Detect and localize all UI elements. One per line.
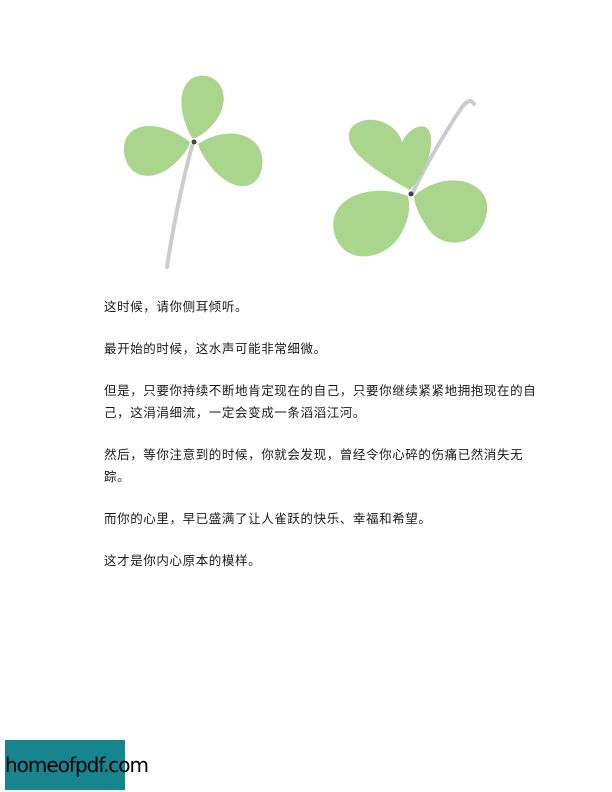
- watermark-logo[interactable]: homeofpdf.com: [5, 740, 149, 790]
- paragraph: 而你的心里，早已盛满了让人雀跃的快乐、幸福和希望。: [104, 511, 432, 526]
- paragraph: 但是，只要你持续不断地肯定现在的自己，只要你继续紧紧地拥抱现在的自己，这涓涓细流…: [104, 383, 537, 420]
- clover-illustration: [112, 62, 500, 274]
- paragraph: 这时候，请你侧耳倾听。: [104, 299, 249, 314]
- body-text: 这时候，请你侧耳倾听。 最开始的时候，这水声可能非常细微。 但是，只要你持续不断…: [104, 296, 540, 592]
- paragraph: 这才是你内心原本的模样。: [104, 553, 262, 568]
- paragraph: 最开始的时候，这水声可能非常细微。: [104, 341, 327, 356]
- paragraph: 然后，等你注意到的时候，你就会发现，曾经令你心碎的伤痛已然消失无踪。: [104, 447, 524, 484]
